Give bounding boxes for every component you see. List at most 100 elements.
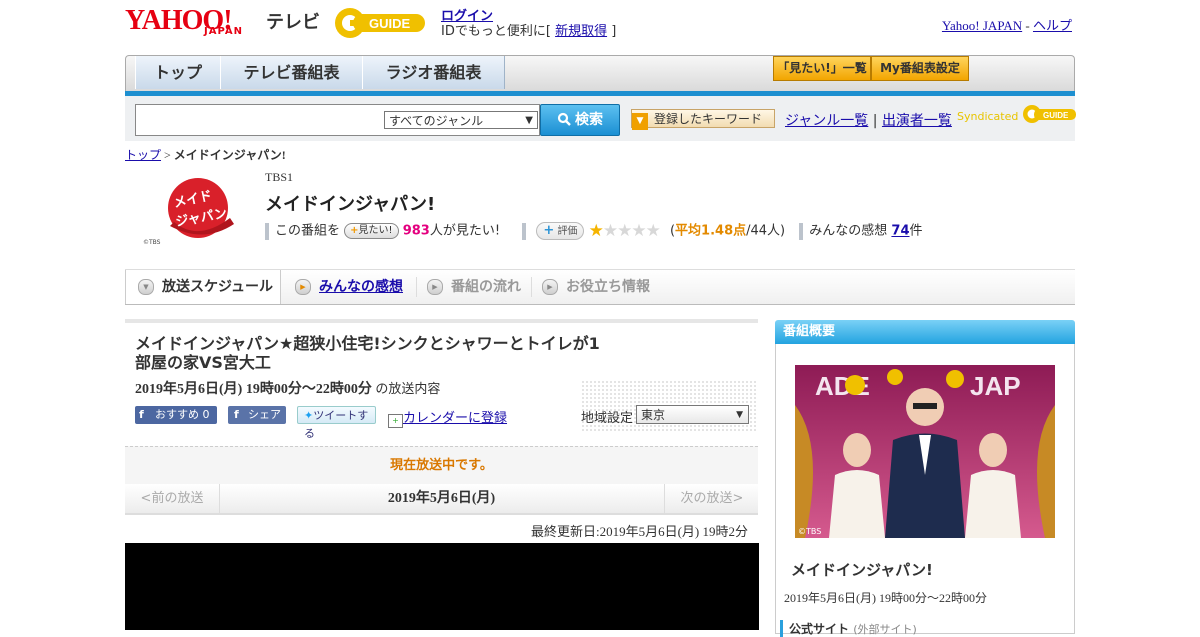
star-filled-icon: ★ — [588, 221, 604, 241]
genre-select-value: すべてのジャンル — [389, 114, 484, 128]
content-top-border — [125, 319, 758, 323]
nav-tab-radio-schedule[interactable]: ラジオ番組表 — [362, 56, 505, 89]
program-title: メイドインジャパン! — [265, 194, 436, 215]
registered-keyword-button[interactable]: ▼ 登録したキーワード — [631, 109, 775, 130]
prev-broadcast-link[interactable]: <前の放送 — [125, 484, 220, 513]
chevron-down-icon: ▼ — [138, 279, 154, 295]
search-icon — [557, 112, 571, 126]
program-logo-caption: ©TBS — [143, 239, 161, 246]
episode-date-suffix: の放送内容 — [375, 382, 441, 397]
facebook-share-label: シェア — [248, 408, 281, 421]
program-logo: メイド ジャパン — [168, 178, 234, 238]
rating-count: /44人) — [746, 223, 786, 239]
nav-tab-top[interactable]: トップ — [135, 56, 221, 89]
tab-broadcast-schedule[interactable]: ▼ 放送スケジュール — [125, 270, 281, 304]
play-icon: ▶ — [542, 279, 558, 295]
facebook-recommend-label: おすすめ 0 — [155, 408, 210, 421]
register-link[interactable]: 新規取得 — [555, 24, 607, 39]
sidebar-broadcast-date: 2019年5月6日(月) 19時00分～22時00分 — [784, 591, 987, 605]
syndicated-text: Syndicated — [957, 110, 1019, 123]
tweet-label: ツイートする — [304, 409, 369, 440]
breadcrumb-current: メイドインジャパン! — [173, 148, 286, 162]
rate-button[interactable]: + 評価 — [536, 222, 585, 240]
nav-tab-tv-schedule[interactable]: テレビ番組表 — [220, 56, 363, 89]
tab-label: お役立ち情報 — [566, 279, 650, 295]
mitai-suffix: 人が見たい! — [429, 223, 501, 239]
star-empty-icon: ★ — [631, 221, 646, 241]
help-link[interactable]: ヘルプ — [1033, 18, 1072, 33]
divider — [265, 222, 269, 240]
region-select[interactable]: 東京 ▼ — [636, 405, 749, 424]
tab-divider — [531, 277, 532, 297]
photo-caption: ©TBS — [798, 527, 821, 536]
impressions-count-link[interactable]: 74 — [891, 224, 909, 239]
rating-stars: ★★★★★ — [588, 221, 661, 241]
keyword-button-label: 登録したキーワード — [654, 112, 763, 126]
mitai-count: 983 — [402, 223, 430, 239]
divider — [799, 222, 804, 240]
gguide-logo[interactable]: GUIDE — [333, 6, 431, 40]
facebook-share-button[interactable]: f シェア — [228, 406, 286, 424]
svg-text:GUIDE: GUIDE — [1043, 111, 1069, 120]
facebook-recommend-button[interactable]: f おすすめ 0 — [135, 406, 217, 424]
official-site-link[interactable]: 公式サイト (外部サイト) — [780, 620, 917, 637]
dropdown-arrow-icon: ▼ — [525, 115, 533, 126]
calendar-register-link[interactable]: カレンダーに登録 — [403, 411, 507, 426]
syndicated-gguide-logo: Syndicated GUIDE — [957, 103, 1078, 125]
tab-label: みんなの感想 — [319, 279, 403, 295]
calendar-register[interactable]: + カレンダーに登録 — [388, 407, 507, 428]
my-schedule-button[interactable]: My番組表設定 — [871, 56, 969, 81]
impressions-suffix: 件 — [909, 223, 923, 239]
toplinks-separator: - — [1025, 18, 1030, 33]
tab-useful-info[interactable]: ▶ お役立ち情報 — [542, 270, 650, 304]
rate-button-label: 評価 — [557, 226, 578, 237]
facebook-icon: f — [139, 408, 144, 421]
program-infobar: この番組を +見たい! 983人が見たい! + 評価 ★★★★★ (平均1.48… — [265, 222, 923, 240]
tweet-button[interactable]: ✦ツイートする — [297, 406, 376, 440]
performer-list-link[interactable]: 出演者一覧 — [882, 113, 952, 129]
mitai-button[interactable]: +見たい! — [344, 223, 399, 239]
search-button[interactable]: 検索 — [540, 104, 620, 136]
facebook-icon: f — [234, 408, 239, 421]
login-sub-suffix: ] — [611, 24, 617, 39]
calendar-icon: + — [388, 414, 403, 428]
svg-text:JAP: JAP — [970, 371, 1021, 401]
program-photo: ADE JAP ©TBS — [795, 365, 1055, 538]
mitai-button-label: 見たい! — [358, 225, 393, 236]
twitter-bird-icon: ✦ — [304, 409, 314, 422]
tab-label: 放送スケジュール — [162, 279, 274, 295]
mitai-prefix: この番組を — [275, 223, 341, 239]
triangle-down-icon: ▼ — [632, 113, 648, 130]
genre-select[interactable]: すべてのジャンル ▼ — [384, 111, 538, 129]
region-select-value: 東京 — [641, 408, 666, 422]
mitai-list-button[interactable]: 「見たい!」一覧 — [773, 56, 871, 81]
star-empty-icon: ★ — [617, 221, 632, 241]
plus-icon: + — [350, 225, 359, 236]
on-air-status: 現在放送中です。 — [125, 446, 758, 484]
tab-impressions[interactable]: ▶ みんなの感想 — [295, 270, 403, 304]
genre-links-divider: | — [872, 113, 878, 129]
episode-date: 2019年5月6日(月) 19時00分～22時00分 の放送内容 — [135, 378, 440, 398]
yahoo-japan-link[interactable]: Yahoo! JAPAN — [942, 18, 1022, 33]
tv-logo-text[interactable]: テレビ — [266, 8, 320, 34]
episode-title: メイドインジャパン★超狭小住宅!シンクとシャワーとトイレが1部屋の家VS宮大工 — [135, 334, 600, 372]
login-sub-text: IDでもっと便利に[ 新規取得 ] — [441, 20, 616, 39]
top-links: Yahoo! JAPAN - ヘルプ — [942, 15, 1072, 34]
impressions-label: みんなの感想 — [809, 223, 888, 239]
plus-icon: + — [543, 223, 555, 238]
breadcrumb-top-link[interactable]: トップ — [125, 148, 161, 162]
genre-list-link[interactable]: ジャンル一覧 — [785, 113, 868, 129]
play-icon: ▶ — [427, 279, 443, 295]
tab-label: 番組の流れ — [451, 279, 521, 295]
yahoo-japan-sublogo: JAPAN — [204, 26, 243, 37]
rating-average: 平均1.48点 — [675, 223, 747, 239]
play-icon: ▶ — [295, 279, 311, 295]
next-broadcast-link[interactable]: 次の放送> — [664, 484, 759, 513]
breadcrumb-separator: > — [164, 148, 171, 162]
channel-name: TBS1 — [265, 170, 294, 184]
star-empty-icon: ★ — [602, 221, 618, 241]
program-summary-header: 番組概要 — [775, 320, 1075, 344]
region-label: 地域設定 — [581, 411, 634, 426]
video-player[interactable] — [125, 543, 759, 630]
tab-program-flow[interactable]: ▶ 番組の流れ — [427, 270, 521, 304]
